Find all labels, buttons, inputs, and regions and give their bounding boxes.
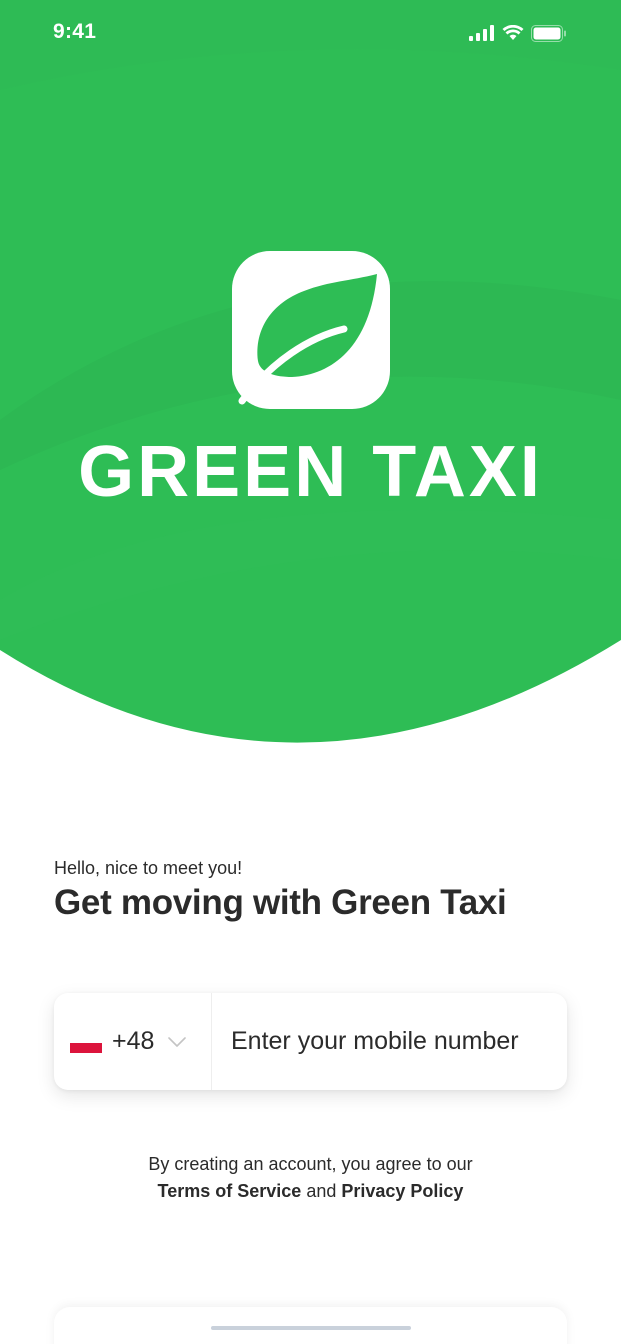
greeting-text: Hello, nice to meet you! xyxy=(54,858,243,878)
terms-of-service-link[interactable]: Terms of Service xyxy=(158,1181,302,1201)
status-icons xyxy=(469,22,567,44)
bottom-sheet[interactable] xyxy=(54,1307,567,1344)
mobile-number-input[interactable] xyxy=(212,993,567,1090)
app-logo xyxy=(232,251,390,409)
poland-flag-icon xyxy=(70,1032,102,1053)
leaf-icon xyxy=(238,274,377,405)
chevron-down-icon xyxy=(168,1036,187,1047)
brand-wordmark: GREEN TAXI xyxy=(78,432,543,512)
privacy-policy-link[interactable]: Privacy Policy xyxy=(341,1181,463,1201)
terms-prefix: By creating an account, you agree to our xyxy=(148,1154,473,1174)
status-bar: 9:41 xyxy=(0,0,621,66)
battery-icon xyxy=(531,24,566,42)
country-code-picker[interactable]: +48 xyxy=(54,993,212,1090)
status-time: 9:41 xyxy=(53,20,97,43)
wifi-icon xyxy=(502,25,524,40)
cellular-signal-icon xyxy=(469,25,494,41)
login-screen: 9:41 GREEN TAXI Hello, nice to meet you!… xyxy=(0,0,621,1344)
sheet-drag-handle[interactable] xyxy=(211,1326,411,1330)
terms-conjunction: and xyxy=(306,1181,342,1201)
page-title: Get moving with Green Taxi xyxy=(54,883,507,922)
phone-input-card: +48 xyxy=(54,993,567,1090)
dial-code: +48 xyxy=(112,1027,155,1055)
terms-notice: By creating an account, you agree to our… xyxy=(0,1151,621,1205)
